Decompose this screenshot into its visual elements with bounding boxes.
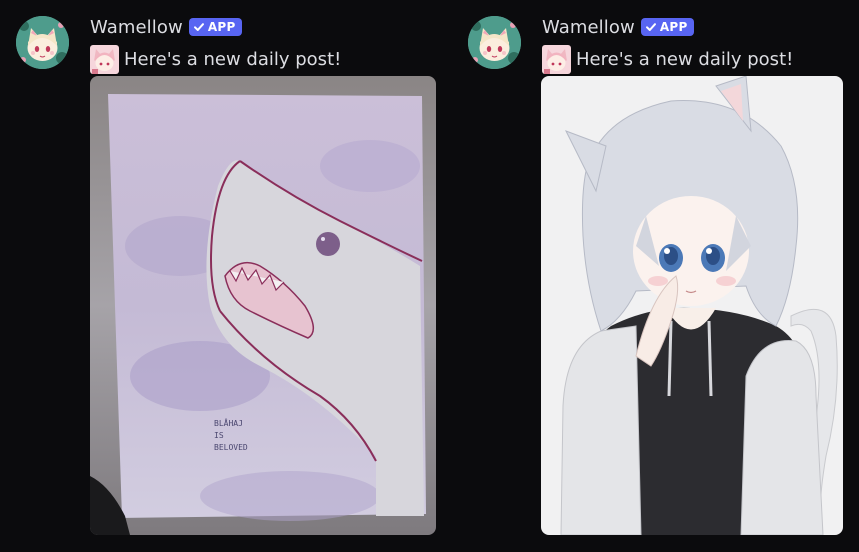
shark-painting-image: BLÅHAJ IS BELOVED [90,76,436,535]
message-text: Here's a new daily post! [576,48,794,70]
handwriting-line-1: BLÅHAJ [214,417,243,428]
author-name[interactable]: Wamellow [542,17,635,38]
handwriting-line-3: BELOVED [214,443,248,452]
app-badge-label: APP [659,20,688,34]
app-badge: APP [640,18,694,36]
anime-catgirl-image [541,76,843,535]
message-content: Here's a new daily post! [542,44,793,74]
author-name[interactable]: Wamellow [90,17,183,38]
image-attachment[interactable]: BLÅHAJ IS BELOVED [90,76,436,535]
message-1: Wamellow APP Here's a new daily post! BL… [0,0,440,552]
image-attachment[interactable] [541,76,843,535]
avatar[interactable] [16,16,69,69]
message-header: Wamellow APP [90,14,242,40]
checkmark-icon [645,23,656,31]
message-content: Here's a new daily post! [90,44,341,74]
message-text: Here's a new daily post! [124,48,342,70]
message-header: Wamellow APP [542,14,694,40]
message-2: Wamellow APP Here's a new daily post! [452,0,859,552]
app-badge-label: APP [207,20,236,34]
catgirl-avatar-icon [16,16,69,69]
catgirl-avatar-icon [468,16,521,69]
checkmark-icon [193,23,204,31]
catgirl-emoji-icon [542,44,571,74]
avatar[interactable] [468,16,521,69]
app-badge: APP [188,18,242,36]
catgirl-emoji-icon [90,44,119,74]
handwriting-line-2: IS [214,431,224,440]
